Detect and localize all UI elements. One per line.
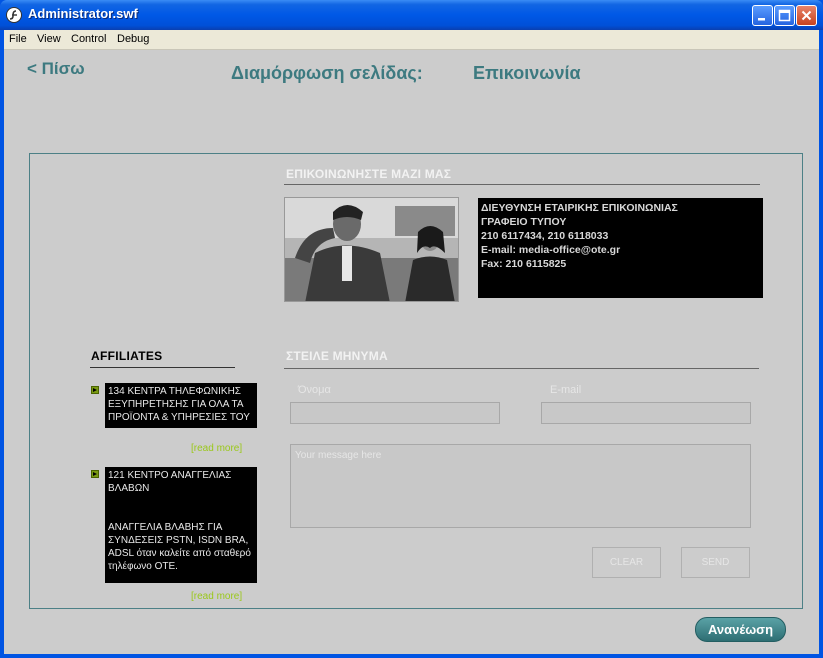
page-title: Διαμόρφωση σελίδας: bbox=[231, 63, 423, 83]
affiliates-heading: AFFILIATES bbox=[91, 349, 163, 363]
affiliate-item[interactable]: 134 ΚΕΝΤΡΑ ΤΗΛΕΦΩΝΙΚΗΣ ΕΞΥΠΗΡΕΤΗΣΗΣ ΓΙΑ … bbox=[105, 383, 257, 428]
affiliate-detail: ΑΝΑΓΓΕΛΙΑ ΒΛΑΒΗΣ ΓΙΑ ΣΥΝΔΕΣΕΙΣ PSTN, ISD… bbox=[108, 522, 251, 572]
send-button[interactable]: SEND bbox=[681, 547, 750, 578]
contact-line: 210 6117434, 210 6118033 bbox=[481, 230, 609, 242]
menu-file[interactable]: File bbox=[9, 33, 27, 45]
bullet-arrow-icon bbox=[91, 470, 99, 478]
menu-bar: File View Control Debug bbox=[4, 30, 819, 50]
name-label: Όνομα bbox=[298, 384, 331, 396]
flash-player-icon bbox=[6, 7, 22, 23]
email-field[interactable] bbox=[541, 402, 751, 424]
bullet-arrow-icon bbox=[91, 386, 99, 394]
affiliate-text: 121 ΚΕΝΤΡΟ ΑΝΑΓΓΕΛΙΑΣ ΒΛΑΒΩΝ bbox=[108, 470, 232, 494]
flash-stage: < Πίσω Διαμόρφωση σελίδας: Επικοινωνία Ε… bbox=[4, 50, 819, 654]
message-heading: ΣΤΕΙΛΕ ΜΗΝΥΜΑ bbox=[286, 349, 388, 363]
close-button[interactable] bbox=[796, 5, 817, 26]
contact-line: ΔΙΕΥΘΥΝΣΗ ΕΤΑΙΡΙΚΗΣ ΕΠΙΚΟΙΝΩΝΙΑΣ bbox=[481, 202, 678, 214]
clear-button[interactable]: CLEAR bbox=[592, 547, 661, 578]
name-field[interactable] bbox=[290, 402, 500, 424]
app-window: Administrator.swf File View Control Debu… bbox=[0, 0, 823, 658]
email-label: E-mail bbox=[550, 384, 582, 396]
contact-line: ΓΡΑΦΕΙΟ ΤΥΠΟΥ bbox=[481, 216, 567, 228]
minimize-button[interactable] bbox=[752, 5, 773, 26]
contact-divider bbox=[284, 184, 760, 185]
message-textarea[interactable]: Your message here bbox=[290, 444, 751, 528]
menu-debug[interactable]: Debug bbox=[117, 33, 149, 45]
read-more-link[interactable]: [read more] bbox=[191, 591, 242, 602]
menu-view[interactable]: View bbox=[37, 33, 61, 45]
title-bar[interactable]: Administrator.swf bbox=[0, 0, 823, 30]
contact-line: E-mail: media-office@ote.gr bbox=[481, 244, 621, 256]
maximize-button[interactable] bbox=[774, 5, 795, 26]
contact-line: Fax: 210 6115825 bbox=[481, 258, 567, 270]
contact-heading: ΕΠΙΚΟΙΝΩΝΗΣΤΕ ΜΑΖΙ ΜΑΣ bbox=[286, 167, 452, 181]
message-placeholder: Your message here bbox=[295, 450, 382, 461]
client-area: File View Control Debug < Πίσω Διαμόρφωσ… bbox=[4, 30, 819, 654]
content-panel: ΕΠΙΚΟΙΝΩΝΗΣΤΕ ΜΑΖΙ ΜΑΣ ΔΙΕΥΘΥΝΣΗ ΕΤΑΙΡΙΚ… bbox=[29, 153, 803, 609]
window-title: Administrator.swf bbox=[28, 6, 138, 21]
refresh-button[interactable]: Ανανέωση bbox=[695, 617, 786, 642]
back-link[interactable]: < Πίσω bbox=[27, 59, 85, 79]
message-divider bbox=[284, 368, 759, 369]
contact-info-box: ΔΙΕΥΘΥΝΣΗ ΕΤΑΙΡΙΚΗΣ ΕΠΙΚΟΙΝΩΝΙΑΣ ΓΡΑΦΕΙΟ… bbox=[478, 198, 763, 298]
affiliates-divider bbox=[90, 367, 235, 368]
affiliate-item[interactable]: 121 ΚΕΝΤΡΟ ΑΝΑΓΓΕΛΙΑΣ ΒΛΑΒΩΝ ΑΝΑΓΓΕΛΙΑ Β… bbox=[105, 467, 257, 583]
contact-photo bbox=[284, 197, 459, 302]
page-name: Επικοινωνία bbox=[473, 63, 581, 83]
menu-control[interactable]: Control bbox=[71, 33, 106, 45]
affiliate-text: 134 ΚΕΝΤΡΑ ΤΗΛΕΦΩΝΙΚΗΣ ΕΞΥΠΗΡΕΤΗΣΗΣ ΓΙΑ … bbox=[108, 386, 250, 423]
read-more-link[interactable]: [read more] bbox=[191, 443, 242, 454]
